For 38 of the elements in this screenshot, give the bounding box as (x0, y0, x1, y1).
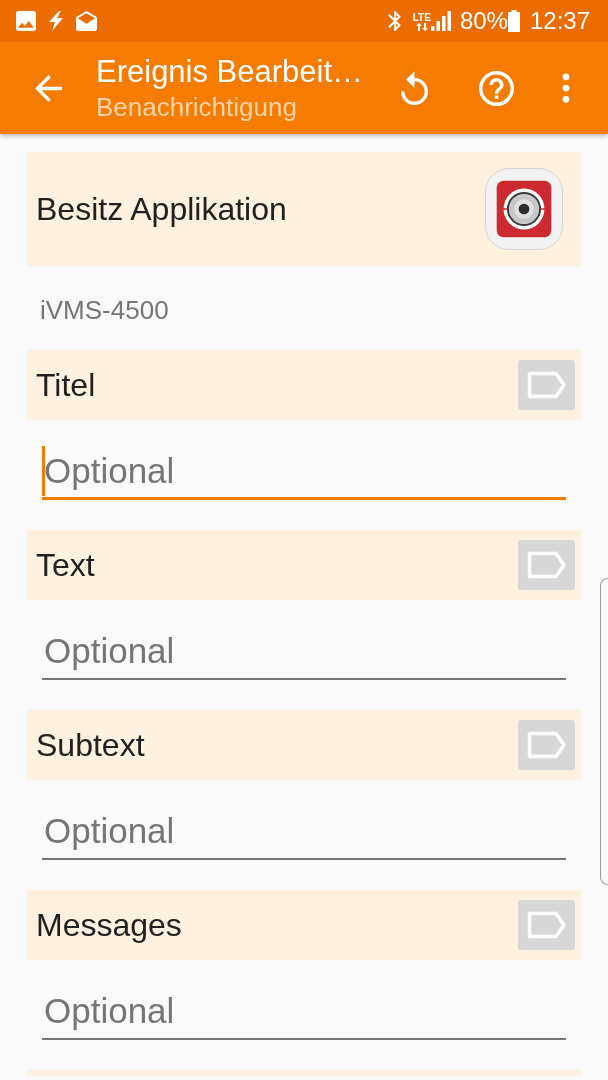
tag-button[interactable] (518, 900, 575, 950)
field-label: Subtext (36, 726, 145, 765)
tag-button[interactable] (518, 540, 575, 590)
tag-icon (526, 371, 567, 399)
lens-app-icon (485, 168, 563, 250)
input-field[interactable]: Optional (42, 804, 566, 860)
tag-button[interactable] (518, 720, 575, 770)
input-field[interactable]: Optional (42, 984, 566, 1040)
input-field[interactable]: Optional (42, 444, 566, 500)
reset-icon (400, 71, 428, 105)
mail-icon (76, 11, 97, 31)
scrollbar-thumb[interactable] (600, 578, 608, 885)
bluetooth-icon (387, 11, 401, 31)
back-arrow-icon (34, 74, 62, 102)
battery-percentage: 80% (459, 7, 508, 35)
clock-time: 12:37 (529, 7, 590, 35)
signal-icon (430, 11, 451, 31)
text-cursor (42, 446, 45, 496)
input-field[interactable]: Optional (42, 624, 566, 680)
more-options-icon (562, 73, 570, 103)
application-name: iVMS-4500 (40, 296, 169, 324)
application-card[interactable]: Besitz Applikation (27, 152, 581, 266)
tag-icon (526, 731, 567, 759)
tag-icon (526, 551, 567, 579)
lightning-icon (48, 11, 64, 31)
field-label: Titel (36, 366, 96, 405)
screen-subtitle: Benachrichtigung (96, 91, 298, 123)
tag-button[interactable] (518, 360, 575, 410)
screen-title: Ereignis Bearbeit… (96, 53, 365, 91)
data-arrows-icon (415, 22, 428, 31)
network-type-label: LTE (412, 11, 431, 23)
help-icon (478, 70, 514, 106)
battery-icon (507, 10, 520, 32)
image-icon (16, 11, 36, 31)
field-label: Text (36, 546, 95, 585)
tag-icon (526, 911, 567, 939)
application-label: Besitz Applikation (36, 190, 287, 229)
field-label: Messages (36, 906, 182, 945)
